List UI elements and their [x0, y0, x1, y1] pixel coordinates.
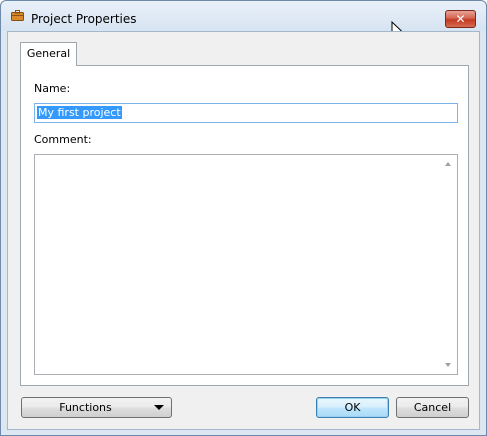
dialog-client-area: General Name: My first project Comment: …	[7, 31, 480, 430]
dropdown-caret-icon	[154, 405, 164, 410]
name-input[interactable]: My first project	[34, 103, 458, 123]
comment-textarea[interactable]	[34, 154, 458, 375]
comment-scrollbar[interactable]	[441, 155, 457, 374]
general-tab-panel: Name: My first project Comment:	[20, 65, 469, 386]
scroll-up-arrow-icon[interactable]	[445, 162, 451, 166]
cancel-button[interactable]: Cancel	[396, 397, 469, 418]
name-label: Name:	[34, 82, 71, 95]
scroll-down-arrow-icon[interactable]	[445, 363, 451, 367]
window-title: Project Properties	[31, 12, 137, 26]
close-icon: ✕	[455, 12, 466, 26]
comment-label: Comment:	[34, 133, 92, 146]
briefcase-icon	[11, 10, 24, 21]
project-properties-dialog: Project Properties ✕ General Name: My fi…	[0, 0, 487, 436]
functions-dropdown-button[interactable]: Functions	[21, 397, 172, 418]
ok-button[interactable]: OK	[316, 397, 389, 418]
name-input-value: My first project	[37, 106, 122, 119]
close-button[interactable]: ✕	[445, 10, 476, 28]
tab-general[interactable]: General	[20, 42, 77, 66]
title-bar[interactable]: Project Properties ✕	[1, 1, 486, 31]
functions-button-label: Functions	[59, 401, 112, 414]
